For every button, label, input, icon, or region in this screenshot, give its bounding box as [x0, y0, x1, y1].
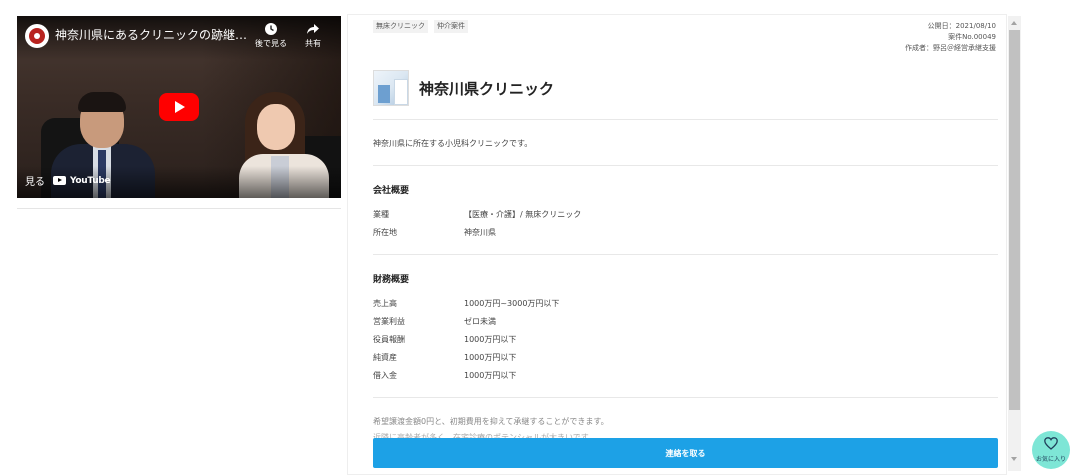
listing-detail-panel: 無床クリニック 仲介案件 公開日：2021/08/10 案件No.00049 作… [347, 14, 1007, 475]
author: 作成者：野呂＠経営承継支援 [905, 44, 996, 52]
watch-later-label: 後で見る [255, 39, 287, 48]
row-value: 【医療・介護】/ 無床クリニック [464, 210, 582, 219]
favorite-label: お気に入り [1035, 456, 1066, 463]
share-label: 共有 [305, 39, 321, 48]
youtube-wordmark: YouTube [70, 175, 111, 186]
category-tag[interactable]: 無床クリニック [373, 20, 428, 33]
row-key: 売上高 [373, 299, 397, 308]
company-overview-heading: 会社概要 [373, 186, 410, 196]
contact-button[interactable]: 連絡を取る [373, 438, 998, 468]
heart-icon [1044, 437, 1058, 453]
listing-meta: 公開日：2021/08/10 案件No.00049 作成者：野呂＠経営承継支援 [905, 21, 996, 54]
divider [373, 397, 998, 398]
youtube-logo-icon [53, 176, 66, 185]
divider [373, 254, 998, 255]
video-person-man-hair [78, 92, 126, 112]
company-thumbnail [373, 70, 409, 106]
clock-icon [251, 22, 291, 38]
share-arrow-icon [293, 22, 333, 38]
case-number: 案件No.00049 [948, 33, 996, 41]
scroll-up-arrow-icon[interactable] [1011, 21, 1017, 25]
company-name: 神奈川県クリニック [419, 79, 555, 98]
row-value: 1000万円以下 [464, 353, 517, 362]
scroll-down-arrow-icon[interactable] [1011, 457, 1017, 461]
row-value: 1000万円~3000万円以下 [464, 299, 560, 308]
scrollbar-thumb[interactable] [1009, 30, 1020, 410]
table-row: 営業利益 ゼロ未満 [373, 316, 496, 327]
financial-overview-heading: 財務概要 [373, 275, 410, 285]
page-scrollbar[interactable] [1008, 16, 1021, 471]
company-header: 神奈川県クリニック [373, 70, 554, 106]
row-value: 1000万円以下 [464, 335, 517, 344]
table-row: 所在地 神奈川県 [373, 227, 496, 238]
divider [373, 119, 998, 120]
table-row: 業種 【医療・介護】/ 無床クリニック [373, 209, 581, 220]
row-key: 役員報酬 [373, 335, 405, 344]
watch-on-youtube-link[interactable]: 見る YouTube [25, 173, 111, 189]
watch-later-button[interactable]: 後で見る [251, 22, 291, 49]
row-key: 純資産 [373, 353, 397, 362]
row-key: 所在地 [373, 228, 397, 237]
table-row: 純資産 1000万円以下 [373, 352, 516, 363]
table-row: 売上高 1000万円~3000万円以下 [373, 298, 559, 309]
published-date: 公開日：2021/08/10 [927, 22, 996, 30]
appeal-text: 希望譲渡金額0円と、初期費用を抑えて承継することができます。 [373, 417, 609, 426]
row-key: 営業利益 [373, 317, 405, 326]
row-value: ゼロ未満 [464, 317, 496, 326]
play-icon[interactable] [159, 93, 199, 121]
category-tag[interactable]: 仲介案件 [434, 20, 468, 33]
row-value: 1000万円以下 [464, 371, 517, 380]
row-value: 神奈川県 [464, 228, 496, 237]
share-button[interactable]: 共有 [293, 22, 333, 49]
video-person-woman-head [257, 104, 295, 150]
table-row: 借入金 1000万円以下 [373, 370, 516, 381]
channel-avatar[interactable] [25, 24, 49, 48]
favorite-button[interactable]: お気に入り [1032, 431, 1070, 469]
category-tags: 無床クリニック 仲介案件 [373, 20, 468, 33]
video-divider [17, 208, 341, 209]
watch-on-label: 見る [25, 177, 45, 188]
video-player[interactable]: 神奈川県にあるクリニックの跡継ぎを… 後で見る 共有 見る YouTube [17, 16, 341, 198]
divider [373, 165, 998, 166]
row-key: 借入金 [373, 371, 397, 380]
company-description: 神奈川県に所在する小児科クリニックです。 [373, 139, 533, 148]
video-title[interactable]: 神奈川県にあるクリニックの跡継ぎを… [55, 26, 251, 44]
row-key: 業種 [373, 210, 389, 219]
table-row: 役員報酬 1000万円以下 [373, 334, 516, 345]
